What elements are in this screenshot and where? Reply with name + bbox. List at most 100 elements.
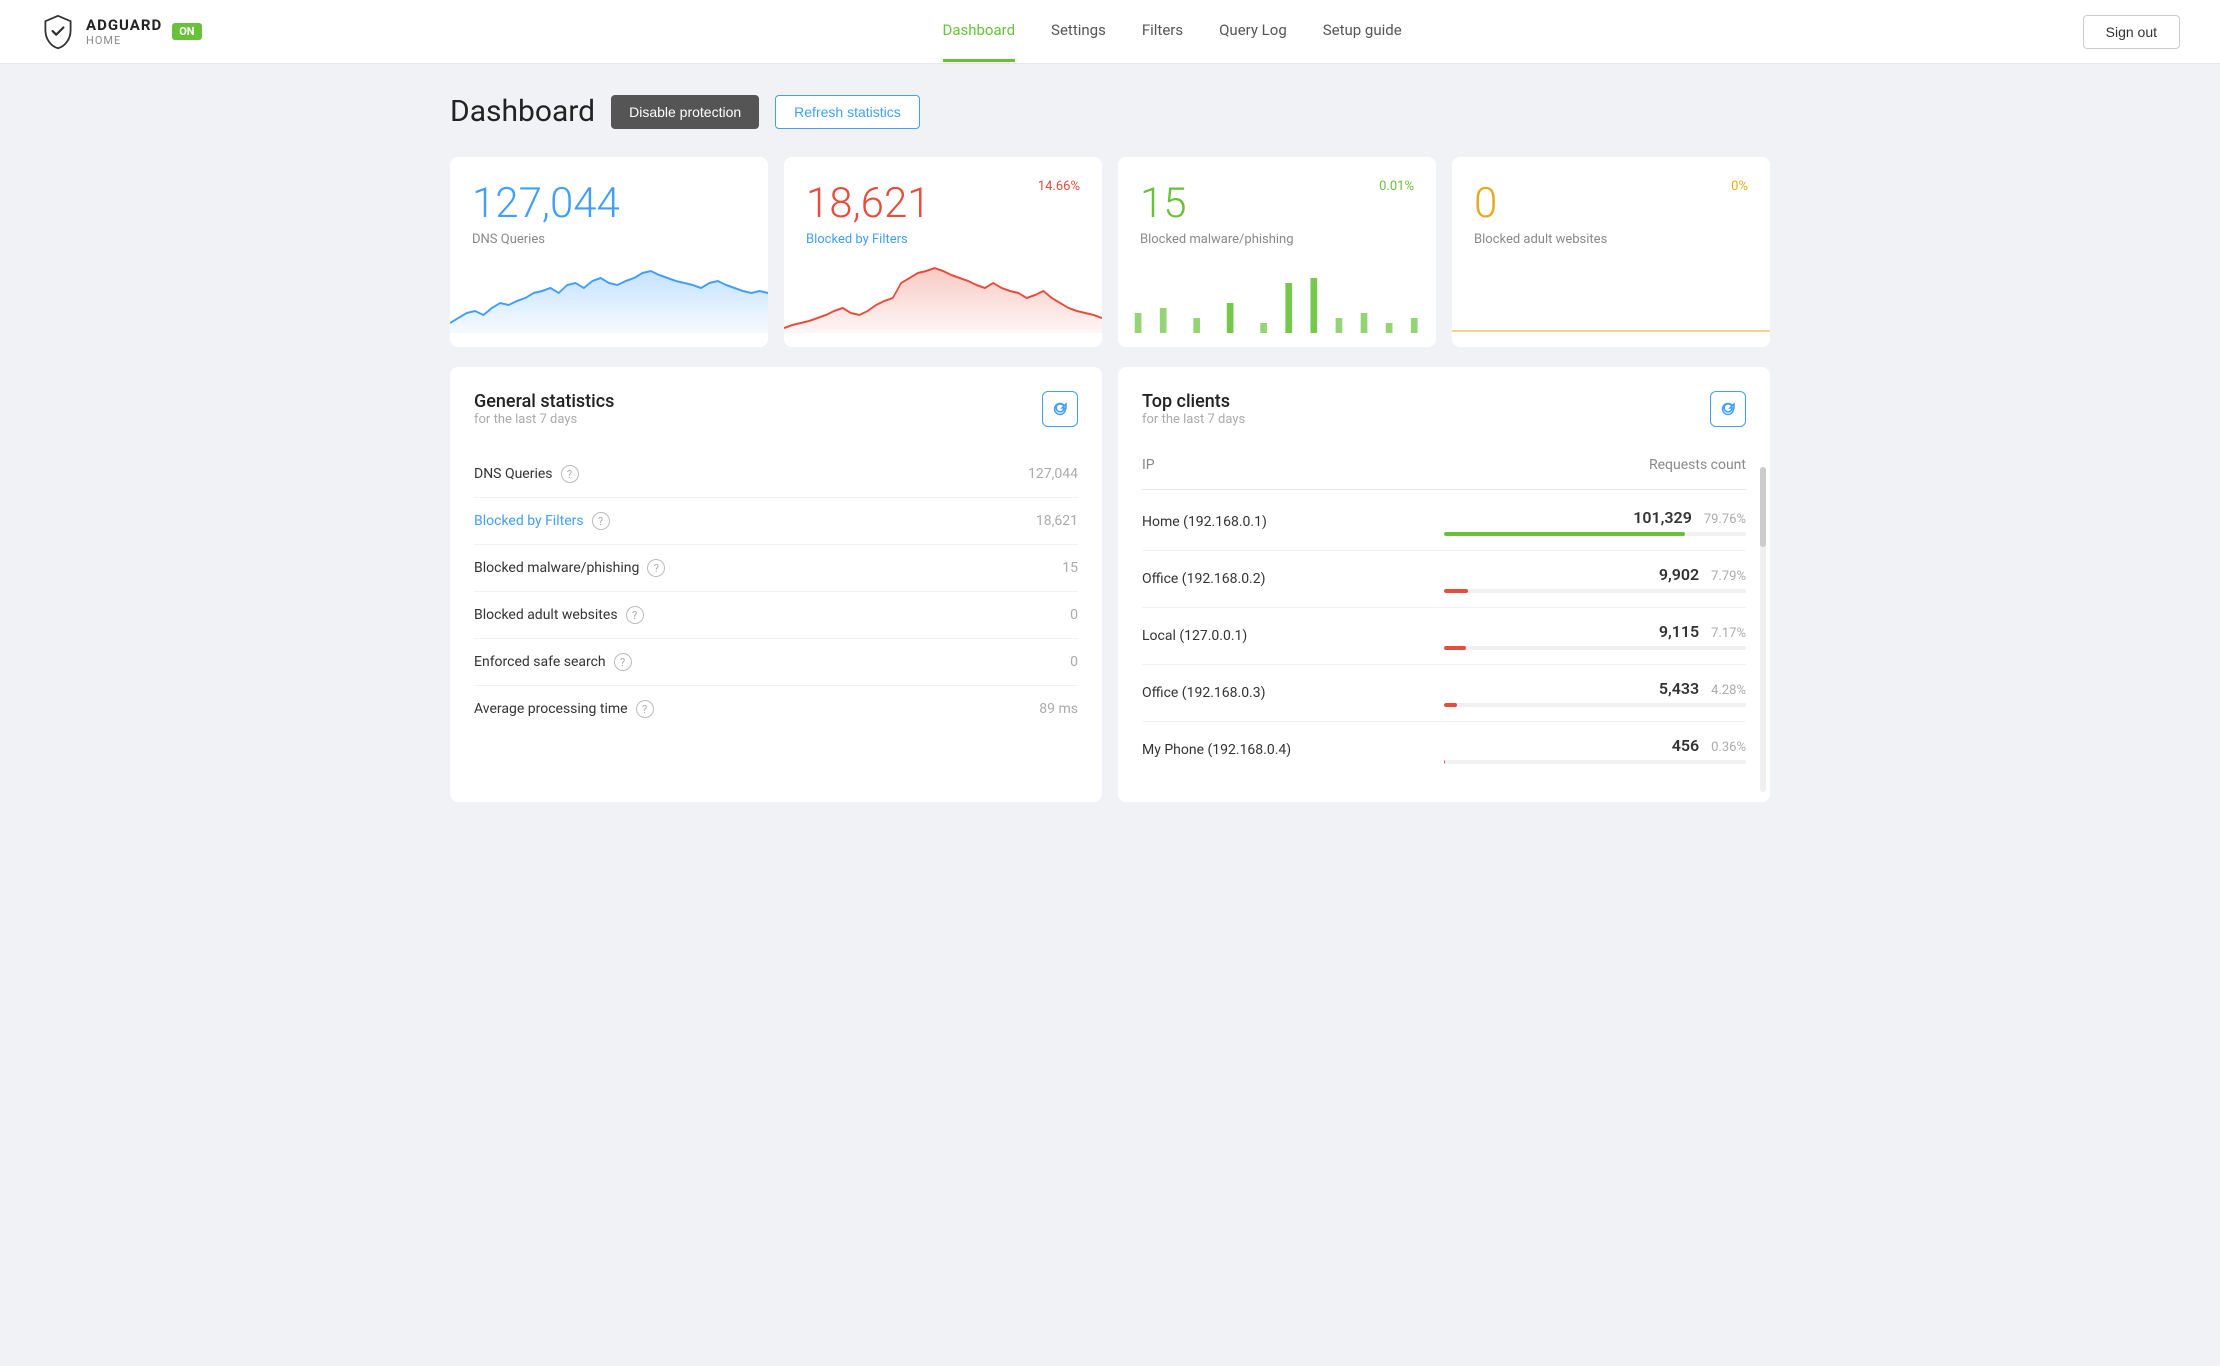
top-clients-title: Top clients xyxy=(1142,391,1245,412)
client-requests-3: 5,433 4.28% xyxy=(1444,679,1746,707)
main-content: Dashboard Disable protection Refresh sta… xyxy=(410,64,1810,832)
adguard-logo-icon xyxy=(40,14,76,50)
stats-label-adult: Blocked adult websites ? xyxy=(474,606,953,624)
client-pct-1: 7.79% xyxy=(1711,569,1746,584)
stat-card-bf-header: 18,621 14.66% xyxy=(806,179,1080,228)
client-name-2: Local (127.0.0.1) xyxy=(1142,628,1444,644)
nav-filters[interactable]: Filters xyxy=(1142,1,1183,62)
protection-badge: ON xyxy=(172,23,201,40)
blocked-filters-percent: 14.66% xyxy=(1038,179,1080,194)
client-pct-4: 0.36% xyxy=(1711,740,1746,755)
client-count-2: 9,115 xyxy=(1659,622,1699,641)
stats-row-blocked-filters: Blocked by Filters ? 18,621 xyxy=(474,498,1078,545)
client-name-3: Office (192.168.0.3) xyxy=(1142,685,1444,701)
top-clients-subtitle: for the last 7 days xyxy=(1142,412,1245,427)
client-count-1: 9,902 xyxy=(1659,565,1699,584)
refresh-statistics-button[interactable]: Refresh statistics xyxy=(775,95,920,129)
client-requests-2: 9,115 7.17% xyxy=(1444,622,1746,650)
col-requests-header: Requests count xyxy=(1444,451,1746,479)
general-stats-refresh-button[interactable] xyxy=(1042,391,1078,427)
stat-card-ba-header: 0 0% xyxy=(1474,179,1748,228)
blocked-adult-percent: 0% xyxy=(1731,179,1748,194)
logo-area: ADGUARD HOME ON xyxy=(40,14,202,50)
client-bar-1 xyxy=(1444,589,1746,593)
stats-label-safe-search: Enforced safe search ? xyxy=(474,653,953,671)
client-row-4: My Phone (192.168.0.4) 456 0.36% xyxy=(1142,721,1746,778)
stats-value-safe-search: 0 xyxy=(953,639,1078,686)
nav-settings[interactable]: Settings xyxy=(1051,1,1106,62)
stats-label-blocked-filters: Blocked by Filters ? xyxy=(474,512,953,530)
general-stats-table: DNS Queries ? 127,044 Blocked by Filters… xyxy=(474,451,1078,732)
scrollbar-thumb[interactable] xyxy=(1760,467,1766,547)
general-stats-title: General statistics xyxy=(474,391,614,412)
client-pct-0: 79.76% xyxy=(1704,512,1746,527)
blocked-filters-help-icon[interactable]: ? xyxy=(592,512,610,530)
main-nav: Dashboard Settings Filters Query Log Set… xyxy=(262,1,2083,62)
client-bar-fill-0 xyxy=(1444,532,1685,536)
blocked-filters-chart xyxy=(784,263,1102,333)
scrollbar-track[interactable] xyxy=(1760,467,1766,792)
top-clients-title-group: Top clients for the last 7 days xyxy=(1142,391,1245,445)
dns-queries-chart xyxy=(450,263,768,333)
safe-search-help-icon[interactable]: ? xyxy=(614,653,632,671)
stats-value-adult: 0 xyxy=(953,592,1078,639)
client-requests-0: 101,329 79.76% xyxy=(1444,508,1746,536)
client-bar-fill-4 xyxy=(1444,760,1445,764)
stat-card-bm-header: 15 0.01% xyxy=(1140,179,1414,228)
stats-label-malware: Blocked malware/phishing ? xyxy=(474,559,953,577)
logo-text: ADGUARD HOME xyxy=(86,16,162,47)
client-row-3: Office (192.168.0.3) 5,433 4.28% xyxy=(1142,664,1746,721)
dns-queries-help-icon[interactable]: ? xyxy=(561,465,579,483)
adult-help-icon[interactable]: ? xyxy=(626,606,644,624)
blocked-malware-percent: 0.01% xyxy=(1379,179,1414,194)
client-count-3: 5,433 xyxy=(1659,679,1699,698)
logo-name: ADGUARD xyxy=(86,16,162,34)
blocked-malware-number: 15 xyxy=(1140,179,1187,228)
stats-value-dns: 127,044 xyxy=(953,451,1078,498)
stat-card-dns-queries: 127,044 DNS Queries xyxy=(450,157,768,347)
clients-table-header: IP Requests count xyxy=(1142,451,1746,490)
client-bar-0 xyxy=(1444,532,1746,536)
bottom-section: General statistics for the last 7 days D… xyxy=(450,367,1770,802)
stats-row-safe-search: Enforced safe search ? 0 xyxy=(474,639,1078,686)
stats-row-processing-time: Average processing time ? 89 ms xyxy=(474,686,1078,733)
client-requests-1: 9,902 7.79% xyxy=(1444,565,1746,593)
logo-sub: HOME xyxy=(86,34,162,47)
blocked-adult-chart xyxy=(1452,263,1770,333)
nav-setup-guide[interactable]: Setup guide xyxy=(1323,1,1402,62)
processing-time-help-icon[interactable]: ? xyxy=(636,700,654,718)
top-clients-panel: Top clients for the last 7 days IP Reque… xyxy=(1118,367,1770,802)
refresh-icon xyxy=(1052,401,1068,417)
client-row-1: Office (192.168.0.2) 9,902 7.79% xyxy=(1142,550,1746,607)
col-ip-header: IP xyxy=(1142,451,1444,479)
page-title: Dashboard xyxy=(450,94,595,129)
client-count-4: 456 xyxy=(1672,736,1699,755)
client-name-0: Home (192.168.0.1) xyxy=(1142,514,1444,530)
nav-query-log[interactable]: Query Log xyxy=(1219,1,1287,62)
client-row-0: Home (192.168.0.1) 101,329 79.76% xyxy=(1142,494,1746,550)
dns-queries-label: DNS Queries xyxy=(472,232,746,247)
refresh-icon-clients xyxy=(1720,401,1736,417)
page-title-row: Dashboard Disable protection Refresh sta… xyxy=(450,94,1770,129)
top-clients-refresh-button[interactable] xyxy=(1710,391,1746,427)
stats-row-adult: Blocked adult websites ? 0 xyxy=(474,592,1078,639)
clients-list: Home (192.168.0.1) 101,329 79.76% Office… xyxy=(1142,494,1746,778)
stat-card-dns-header: 127,044 xyxy=(472,179,746,228)
general-stats-title-group: General statistics for the last 7 days xyxy=(474,391,614,445)
client-row-2: Local (127.0.0.1) 9,115 7.17% xyxy=(1142,607,1746,664)
blocked-adult-number: 0 xyxy=(1474,179,1497,228)
general-stats-subtitle: for the last 7 days xyxy=(474,412,614,427)
disable-protection-button[interactable]: Disable protection xyxy=(611,95,759,129)
stat-card-blocked-adult: 0 0% Blocked adult websites xyxy=(1452,157,1770,347)
stats-value-blocked-filters: 18,621 xyxy=(953,498,1078,545)
malware-help-icon[interactable]: ? xyxy=(647,559,665,577)
client-bar-2 xyxy=(1444,646,1746,650)
sign-out-button[interactable]: Sign out xyxy=(2083,15,2180,49)
stat-card-blocked-filters: 18,621 14.66% Blocked by Filters xyxy=(784,157,1102,347)
stats-value-processing-time: 89 ms xyxy=(953,686,1078,733)
nav-dashboard[interactable]: Dashboard xyxy=(943,1,1016,62)
client-pct-3: 4.28% xyxy=(1711,683,1746,698)
client-bar-fill-1 xyxy=(1444,589,1468,593)
blocked-filters-number: 18,621 xyxy=(806,179,931,228)
blocked-malware-label: Blocked malware/phishing xyxy=(1140,232,1414,247)
